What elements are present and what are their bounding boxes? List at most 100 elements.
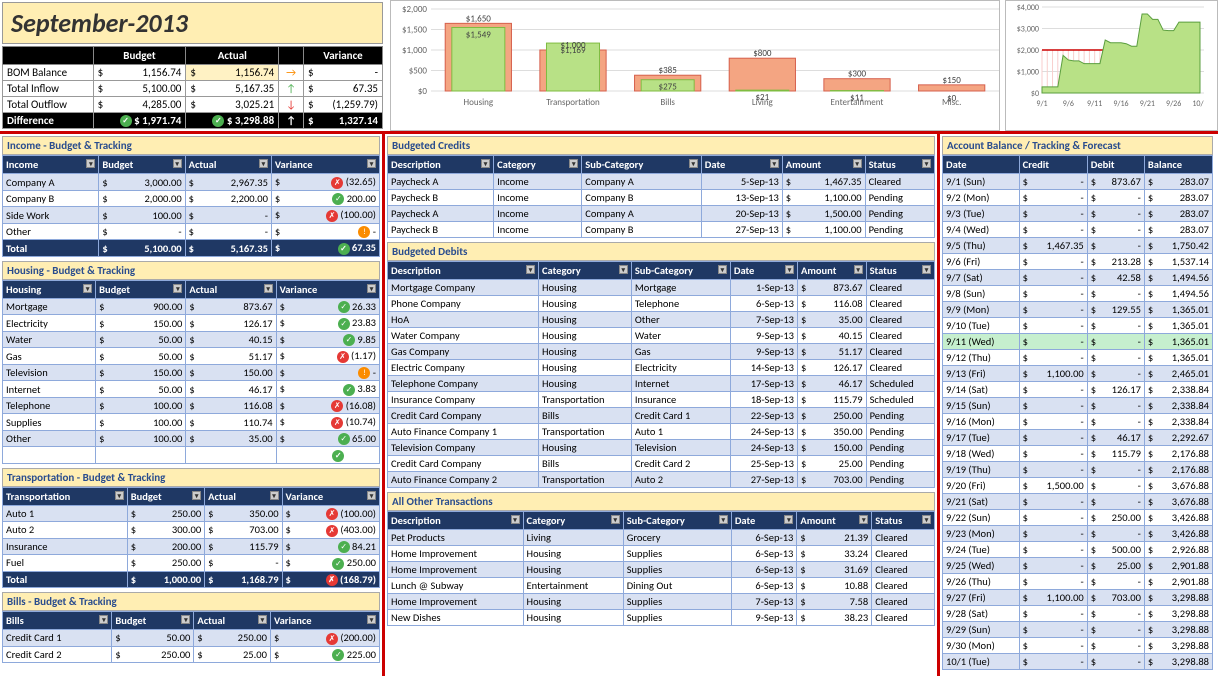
column-header[interactable]: Status: [872, 512, 935, 530]
filter-dropdown-icon[interactable]: [619, 265, 628, 274]
column-header[interactable]: Budget: [99, 156, 185, 174]
table-row[interactable]: 9/4 (Wed)$-$-$283.07: [943, 222, 1213, 238]
table-row[interactable]: Company A$3,000.00$2,967.35✗ $(32.65): [3, 174, 380, 191]
table-row[interactable]: HoAHousingOther7-Sep-13$35.00Cleared: [388, 312, 935, 328]
column-header[interactable]: Variance: [271, 156, 379, 174]
table-row[interactable]: 9/21 (Sat)$-$-$3,676.88: [943, 494, 1213, 510]
table-row[interactable]: 9/13 (Fri)$1,100.00$-$2,465.01: [943, 366, 1213, 382]
table-row[interactable]: Credit Card CompanyBillsCredit Card 225-…: [388, 456, 935, 472]
table-row[interactable]: 9/20 (Fri)$1,500.00$-$3,676.88: [943, 478, 1213, 494]
table-row[interactable]: 9/25 (Wed)$-$25.00$2,901.88: [943, 558, 1213, 574]
table-row[interactable]: 9/7 (Sat)$-$42.58$1,494.56: [943, 270, 1213, 286]
filter-dropdown-icon[interactable]: [181, 615, 190, 624]
column-header[interactable]: Budget: [112, 612, 194, 630]
table-row[interactable]: Phone CompanyHousingTelephone6-Sep-13$11…: [388, 296, 935, 312]
table-row[interactable]: Home ImprovementHousingSupplies6-Sep-13$…: [388, 546, 935, 562]
table-row[interactable]: Gas CompanyHousingGas9-Sep-13$51.17Clear…: [388, 344, 935, 360]
table-row[interactable]: 9/19 (Thu)$-$-$2,176.88: [943, 462, 1213, 478]
table-row[interactable]: 9/9 (Mon)$-$129.55$1,365.01: [943, 302, 1213, 318]
column-header[interactable]: Transportation: [3, 487, 128, 505]
filter-dropdown-icon[interactable]: [270, 491, 279, 500]
table-row[interactable]: Electricity$150.00$126.17✓ $23.83: [3, 315, 380, 332]
table-row[interactable]: Lunch @ SubwayEntertainmentDining Out6-S…: [388, 578, 935, 594]
filter-dropdown-icon[interactable]: [526, 265, 535, 274]
filter-dropdown-icon[interactable]: [173, 284, 182, 293]
filter-dropdown-icon[interactable]: [259, 159, 268, 168]
table-row[interactable]: 9/8 (Sun)$-$-$1,494.56: [943, 286, 1213, 302]
filter-dropdown-icon[interactable]: [922, 515, 931, 524]
table-row[interactable]: Other$100.00$35.00✓ $65.00: [3, 430, 380, 447]
column-header[interactable]: Budget: [127, 487, 204, 505]
column-header[interactable]: Actual: [194, 612, 271, 630]
column-header[interactable]: Category: [523, 512, 623, 530]
filter-dropdown-icon[interactable]: [192, 491, 201, 500]
table-row[interactable]: Supplies$100.00$110.74✗ $(10.74): [3, 414, 380, 431]
table-row[interactable]: Paycheck AIncomeCompany A20-Sep-13$1,500…: [388, 206, 935, 222]
table-row[interactable]: 9/24 (Tue)$-$500.00$2,926.88: [943, 542, 1213, 558]
table-row[interactable]: Telephone$100.00$116.08✗ $(16.08): [3, 397, 380, 414]
table-row[interactable]: 9/18 (Wed)$-$115.79$2,176.88: [943, 446, 1213, 462]
table-row[interactable]: 9/23 (Mon)$-$-$3,426.88: [943, 526, 1213, 542]
table-row[interactable]: 9/29 (Sun)$-$-$3,298.88: [943, 622, 1213, 638]
table-row[interactable]: 9/27 (Fri)$1,100.00$703.00$3,298.88: [943, 590, 1213, 606]
table-row[interactable]: 9/15 (Sun)$-$-$2,338.84: [943, 398, 1213, 414]
filter-dropdown-icon[interactable]: [859, 515, 868, 524]
table-row[interactable]: Telephone CompanyHousingInternet17-Sep-1…: [388, 376, 935, 392]
table-row[interactable]: 9/1 (Sun)$-$873.67$283.07: [943, 174, 1213, 190]
table-row[interactable]: Auto Finance Company 1TransportationAuto…: [388, 424, 935, 440]
column-header[interactable]: Description: [388, 262, 539, 280]
filter-dropdown-icon[interactable]: [86, 159, 95, 168]
column-header[interactable]: Status: [865, 156, 934, 174]
table-row[interactable]: 9/6 (Fri)$-$213.28$1,537.14: [943, 254, 1213, 270]
table-row[interactable]: Credit Card CompanyBillsCredit Card 122-…: [388, 408, 935, 424]
table-row[interactable]: 9/17 (Tue)$-$46.17$2,292.67: [943, 430, 1213, 446]
table-row[interactable]: Television$150.00$150.00! $-: [3, 364, 380, 381]
filter-dropdown-icon[interactable]: [785, 265, 794, 274]
column-header[interactable]: Date: [730, 262, 797, 280]
filter-dropdown-icon[interactable]: [258, 615, 267, 624]
column-header[interactable]: Variance: [276, 280, 379, 298]
table-row[interactable]: Mortgage$900.00$873.67✓ $26.33: [3, 298, 380, 315]
column-header[interactable]: Sub-Category: [631, 262, 730, 280]
table-row[interactable]: Home ImprovementHousingSupplies7-Sep-13$…: [388, 594, 935, 610]
table-row[interactable]: Company B$2,000.00$2,200.00✓ $200.00: [3, 190, 380, 207]
table-row[interactable]: New DishesHousingSupplies9-Sep-13$38.23C…: [388, 610, 935, 626]
filter-dropdown-icon[interactable]: [770, 159, 779, 168]
table-row[interactable]: Paycheck AIncomeCompany A5-Sep-13$1,467.…: [388, 174, 935, 190]
filter-dropdown-icon[interactable]: [853, 159, 862, 168]
table-row[interactable]: Pet ProductsLivingGrocery6-Sep-13$21.39C…: [388, 530, 935, 546]
table-row[interactable]: 9/14 (Sat)$-$126.17$2,338.84: [943, 382, 1213, 398]
table-row[interactable]: 10/1 (Tue)$-$-$3,298.88: [943, 654, 1213, 670]
table-row[interactable]: 9/22 (Sun)$-$250.00$3,426.88: [943, 510, 1213, 526]
filter-dropdown-icon[interactable]: [173, 159, 182, 168]
table-row[interactable]: Paycheck BIncomeCompany B27-Sep-13$1,100…: [388, 222, 935, 238]
filter-dropdown-icon[interactable]: [367, 159, 376, 168]
table-row[interactable]: Fuel$250.00$-✓ $250.00: [3, 555, 380, 572]
table-row[interactable]: Auto 1$250.00$350.00✗ $(100.00): [3, 505, 380, 522]
filter-dropdown-icon[interactable]: [611, 515, 620, 524]
filter-dropdown-icon[interactable]: [83, 284, 92, 293]
filter-dropdown-icon[interactable]: [115, 491, 124, 500]
table-row[interactable]: Auto 2$300.00$703.00✗ $(403.00): [3, 522, 380, 539]
filter-dropdown-icon[interactable]: [264, 284, 273, 293]
filter-dropdown-icon[interactable]: [854, 265, 863, 274]
table-row[interactable]: Mortgage CompanyHousingMortgage1-Sep-13$…: [388, 280, 935, 296]
column-header[interactable]: Actual: [205, 487, 282, 505]
table-row[interactable]: Side Work$100.00$-✗ $(100.00): [3, 207, 380, 224]
table-row[interactable]: Electric CompanyHousingElectricity14-Sep…: [388, 360, 935, 376]
table-row[interactable]: Insurance CompanyTransportationInsurance…: [388, 392, 935, 408]
column-header[interactable]: Amount: [782, 156, 865, 174]
filter-dropdown-icon[interactable]: [718, 265, 727, 274]
column-header[interactable]: Status: [866, 262, 934, 280]
filter-dropdown-icon[interactable]: [99, 615, 108, 624]
column-header[interactable]: Date: [943, 156, 1020, 174]
table-row[interactable]: 9/30 (Mon)$-$-$3,298.88: [943, 638, 1213, 654]
column-header[interactable]: Variance: [282, 487, 379, 505]
filter-dropdown-icon[interactable]: [367, 284, 376, 293]
table-row[interactable]: 9/5 (Thu)$1,467.35$-$1,750.42: [943, 238, 1213, 254]
column-header[interactable]: Amount: [798, 262, 867, 280]
table-row[interactable]: Paycheck BIncomeCompany B13-Sep-13$1,100…: [388, 190, 935, 206]
column-header[interactable]: Category: [539, 262, 632, 280]
column-header[interactable]: Date: [731, 512, 797, 530]
table-row[interactable]: Credit Card 1$50.00$250.00✗ $(200.00): [3, 630, 380, 647]
